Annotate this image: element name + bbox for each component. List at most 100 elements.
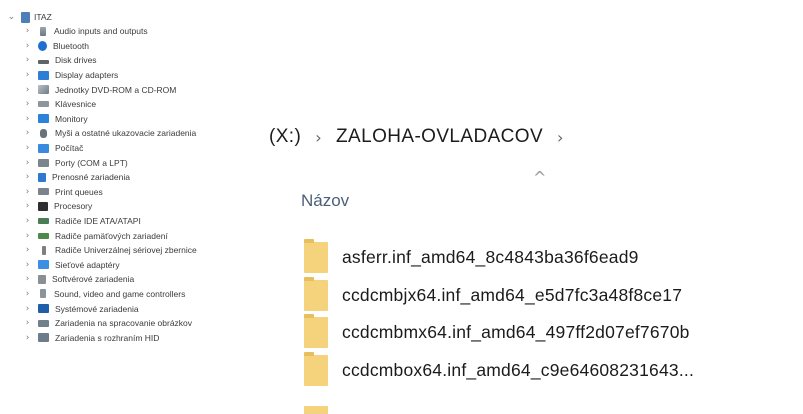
- folder-icon: [304, 314, 328, 349]
- computer-icon: [21, 11, 30, 23]
- tree-root-itaz[interactable]: ⌄ ITAZ: [0, 10, 270, 24]
- tree-item-label: Myši a ostatné ukazovacie zariadenia: [55, 128, 197, 139]
- portable-device-icon: [38, 172, 46, 182]
- ide-controller-icon: [38, 218, 49, 225]
- breadcrumb-drive[interactable]: (X:): [269, 126, 301, 148]
- tree-item-label: Systémové zariadenia: [55, 303, 139, 314]
- tree-item-label: Sieťové adaptéry: [55, 259, 120, 270]
- chevron-right-icon[interactable]: ›: [22, 274, 33, 284]
- tree-item-label: Softvérové zariadenia: [52, 274, 135, 285]
- file-list-item[interactable]: ccdcmbox64.inf_amd64_c9e64608231643...: [304, 351, 695, 390]
- tree-item-label: Počítač: [55, 143, 84, 154]
- display-adapter-icon: [38, 70, 49, 80]
- tree-item[interactable]: › Jednotky DVD-ROM a CD-ROM: [0, 82, 270, 97]
- breadcrumb-folder[interactable]: ZALOHA-OVLADACOV: [336, 126, 543, 148]
- chevron-down-icon[interactable]: ⌄: [6, 12, 17, 22]
- chevron-right-icon[interactable]: ›: [22, 216, 33, 226]
- tree-item[interactable]: › Počítač: [0, 141, 270, 156]
- chevron-right-icon[interactable]: ›: [22, 128, 33, 138]
- tree-item[interactable]: › Softvérové zariadenia: [0, 272, 270, 287]
- folder-icon: [304, 276, 328, 311]
- file-name: asferr.inf_amd64_8c4843ba36f6ead9: [342, 247, 639, 268]
- chevron-right-icon[interactable]: ›: [22, 231, 33, 241]
- chevron-right-icon[interactable]: ›: [22, 158, 33, 168]
- tree-item[interactable]: › Prenosné zariadenia: [0, 170, 270, 185]
- chevron-right-icon[interactable]: ›: [22, 172, 33, 182]
- tree-item-label: Disk drives: [55, 55, 97, 66]
- tree-item[interactable]: › Zariadenia na spracovanie obrázkov: [0, 316, 270, 331]
- chevron-right-icon[interactable]: ›: [22, 187, 33, 197]
- chevron-right-icon[interactable]: ›: [22, 289, 33, 299]
- chevron-right-icon[interactable]: ›: [22, 333, 33, 343]
- printer-icon: [38, 188, 49, 196]
- chevron-right-icon[interactable]: ›: [22, 114, 33, 124]
- network-adapter-icon: [38, 260, 49, 270]
- chevron-right-icon[interactable]: ›: [22, 245, 33, 255]
- tree-item[interactable]: › Audio inputs and outputs: [0, 24, 270, 39]
- tree-item-label: Print queues: [55, 186, 103, 197]
- disk-drive-icon: [38, 60, 49, 65]
- processor-icon: [38, 201, 48, 211]
- tree-item[interactable]: › Sieťové adaptéry: [0, 258, 270, 273]
- tree-item[interactable]: › Zariadenia s rozhraním HID: [0, 330, 270, 345]
- tree-item[interactable]: › Sound, video and game controllers: [0, 287, 270, 302]
- chevron-right-icon[interactable]: ›: [22, 318, 33, 328]
- tree-item[interactable]: › Bluetooth: [0, 39, 270, 54]
- breadcrumb-separator-icon[interactable]: ›: [315, 128, 322, 147]
- tree-item-label: Monitory: [55, 113, 88, 124]
- chevron-right-icon[interactable]: ›: [22, 55, 33, 65]
- chevron-right-icon[interactable]: ›: [22, 85, 33, 95]
- tree-item-label: Radiče pamäťových zariadení: [55, 230, 168, 241]
- sound-icon: [40, 289, 46, 299]
- chevron-right-icon[interactable]: ›: [22, 143, 33, 153]
- tree-item[interactable]: › Disk drives: [0, 53, 270, 68]
- chevron-right-icon[interactable]: ›: [22, 201, 33, 211]
- chevron-right-icon[interactable]: ›: [22, 41, 33, 51]
- breadcrumb-separator-icon[interactable]: ›: [557, 128, 564, 147]
- imaging-device-icon: [38, 319, 49, 327]
- tree-item[interactable]: › Procesory: [0, 199, 270, 214]
- chevron-right-icon[interactable]: ›: [22, 70, 33, 80]
- tree-item-label: Porty (COM a LPT): [55, 157, 128, 168]
- file-list-item[interactable]: ccdcmbjx64.inf_amd64_e5d7fc3a48f8ce17: [304, 276, 694, 315]
- chevron-right-icon[interactable]: ›: [22, 99, 33, 109]
- keyboard-icon: [38, 101, 49, 108]
- bluetooth-icon: [38, 40, 47, 51]
- tree-item[interactable]: › Monitory: [0, 112, 270, 127]
- tree-root-label: ITAZ: [34, 12, 52, 22]
- chevron-right-icon[interactable]: ›: [22, 304, 33, 314]
- file-list-item[interactable]: ccdcmbmx64.inf_amd64_497ff2d07ef7670b: [304, 314, 694, 352]
- system-device-icon: [38, 304, 49, 314]
- tree-item[interactable]: › Radiče pamäťových zariadení: [0, 228, 270, 243]
- tree-item[interactable]: › Print queues: [0, 185, 270, 200]
- chevron-right-icon[interactable]: ›: [22, 260, 33, 270]
- mouse-icon: [40, 128, 47, 138]
- tree-item-label: Audio inputs and outputs: [54, 26, 148, 37]
- storage-controller-icon: [38, 232, 49, 239]
- tree-item[interactable]: › Klávesnice: [0, 97, 270, 112]
- tree-item[interactable]: › Myši a ostatné ukazovacie zariadenia: [0, 126, 270, 141]
- tree-item[interactable]: › Radiče Univerzálnej sériovej zbernice: [0, 243, 270, 258]
- folder-icon: [304, 351, 328, 386]
- tree-item[interactable]: › Radiče IDE ATA/ATAPI: [0, 214, 270, 229]
- tree-item-label: Procesory: [54, 201, 93, 212]
- tree-item[interactable]: › Display adapters: [0, 68, 270, 83]
- port-icon: [38, 158, 49, 167]
- explorer-window: (X:) › ZALOHA-OVLADACOV › ^ Názov asferr…: [262, 98, 803, 414]
- tree-item-label: Display adapters: [55, 70, 119, 81]
- tree-item[interactable]: › Porty (COM a LPT): [0, 155, 270, 170]
- tree-item-label: Radiče Univerzálnej sériovej zbernice: [55, 245, 197, 256]
- monitor-icon: [38, 114, 49, 124]
- breadcrumb[interactable]: (X:) › ZALOHA-OVLADACOV ›: [269, 126, 578, 148]
- tree-item[interactable]: › Systémové zariadenia: [0, 301, 270, 316]
- hid-icon: [38, 333, 49, 343]
- dvd-drive-icon: [38, 85, 49, 95]
- tree-item-label: Prenosné zariadenia: [52, 172, 130, 183]
- chevron-right-icon[interactable]: ›: [22, 26, 33, 36]
- sort-ascending-icon: ^: [533, 168, 547, 187]
- file-list-item[interactable]: asferr.inf_amd64_8c4843ba36f6ead9: [304, 239, 694, 277]
- column-header-name[interactable]: Názov: [301, 191, 349, 211]
- folder-icon: [304, 239, 328, 274]
- file-name: ccdcmbox64.inf_amd64_c9e64608231643...: [342, 359, 695, 380]
- audio-icon: [40, 26, 46, 36]
